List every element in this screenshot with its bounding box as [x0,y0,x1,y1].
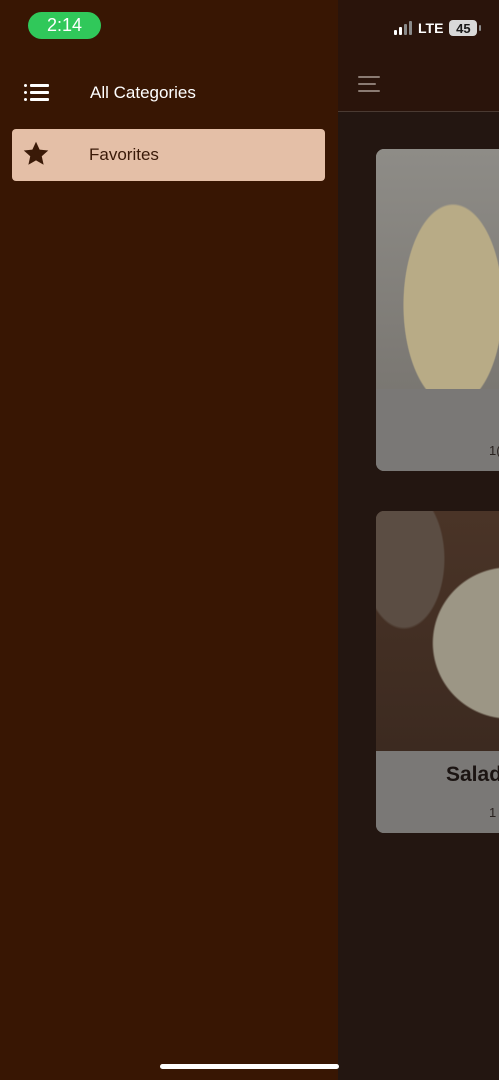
recipe-photo [376,511,499,751]
drawer-header-all-categories[interactable]: All Categories [0,70,338,118]
menu-icon[interactable] [358,76,380,94]
battery-level: 45 [456,20,471,36]
star-icon [23,141,49,165]
recipe-photo [376,149,499,389]
network-type: LTE [418,20,444,36]
recipe-title: Salad [446,763,499,786]
recipe-card-footer: Salad 1 [376,751,499,833]
recipe-card[interactable]: 1( [376,149,499,471]
recipe-subtitle: 1 [489,805,497,820]
favorites-label: Favorites [89,145,159,164]
all-categories-label: All Categories [90,83,196,102]
recipe-card-footer: 1( [376,389,499,471]
list-icon [24,84,49,102]
drawer-item-favorites[interactable]: Favorites [12,129,325,181]
battery-icon: 45 [449,20,482,36]
recipe-card[interactable]: Salad 1 [376,511,499,833]
signal-icon [394,21,412,35]
status-time: 2:14 [28,12,101,39]
navigation-drawer: All Categories Favorites [0,0,338,1080]
recipe-subtitle: 1( [489,443,499,458]
home-indicator[interactable] [160,1064,339,1069]
status-indicators: LTE 45 [394,20,482,36]
